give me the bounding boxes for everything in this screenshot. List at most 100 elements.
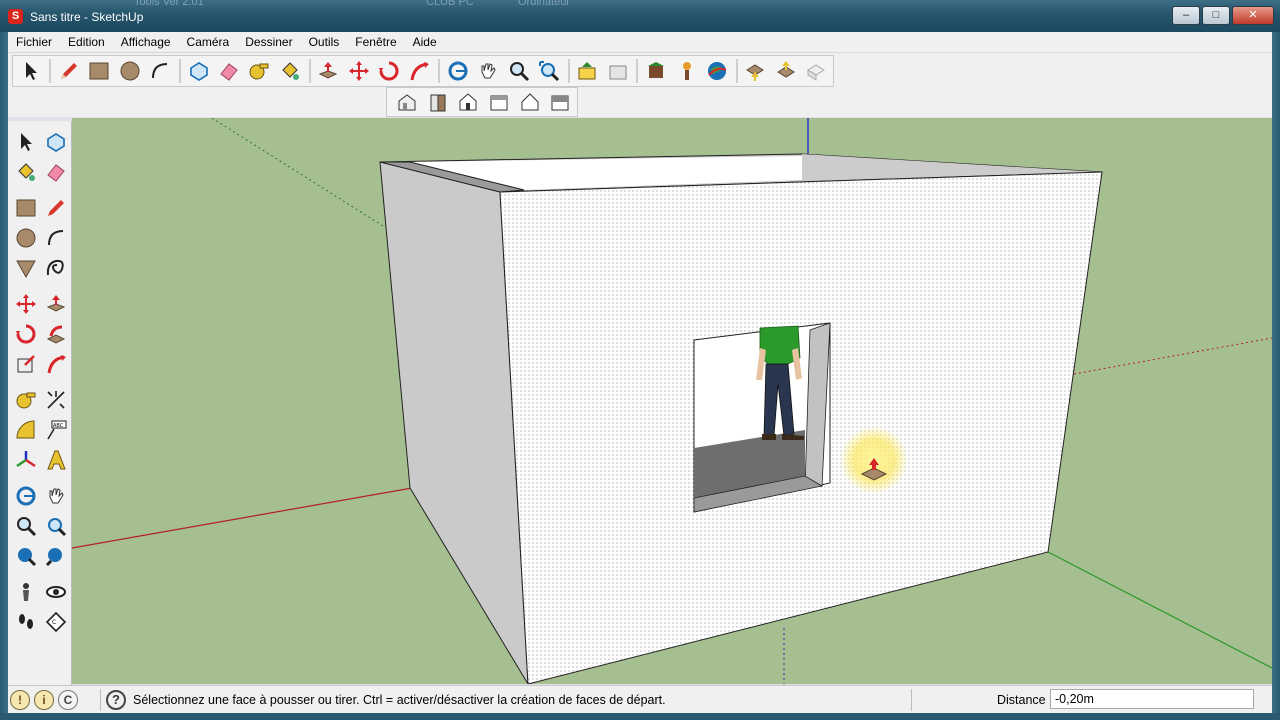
background-window-text: CLUB PC [426, 0, 474, 8]
google-earth-icon[interactable] [703, 57, 730, 85]
zoom-extents-icon[interactable] [11, 541, 41, 571]
scale-icon[interactable] [11, 349, 41, 379]
protractor-icon[interactable] [11, 415, 41, 445]
menu-fenetre[interactable]: Fenêtre [347, 35, 404, 49]
follow-me-icon[interactable] [406, 57, 433, 85]
scene-canvas [72, 118, 1272, 684]
right-view-icon[interactable] [485, 88, 513, 116]
red-axis-dashed [1073, 337, 1272, 375]
modeling-viewport[interactable] [72, 118, 1272, 684]
left-view-icon[interactable] [546, 88, 574, 116]
text-icon[interactable]: ABC [41, 415, 71, 445]
menu-fichier[interactable]: Fichier [8, 35, 60, 49]
user-status-icon[interactable]: C [58, 690, 78, 710]
window-title: Sans titre - SketchUp [30, 10, 144, 24]
paint-bucket-icon[interactable] [11, 157, 41, 187]
walk-icon[interactable] [11, 607, 41, 637]
orbit-icon[interactable] [444, 57, 471, 85]
place-model-icon[interactable] [673, 57, 700, 85]
main-toolbar [12, 55, 834, 87]
measurements-box[interactable] [1050, 689, 1254, 709]
move-icon[interactable] [345, 57, 372, 85]
freehand-icon[interactable] [41, 253, 71, 283]
maximize-button[interactable]: □ [1202, 6, 1230, 25]
zoom-window-icon[interactable] [41, 511, 71, 541]
previous-view-icon[interactable] [41, 541, 71, 571]
section-plane-icon[interactable]: C [41, 607, 71, 637]
toolbar-area [8, 53, 1272, 117]
tape-measure-icon[interactable] [246, 57, 273, 85]
axes-icon[interactable] [11, 445, 41, 475]
pencil-icon[interactable] [41, 193, 71, 223]
iso-view-icon[interactable] [393, 88, 421, 116]
next-view-icon[interactable] [604, 57, 631, 85]
menu-aide[interactable]: Aide [405, 35, 445, 49]
top-view-icon[interactable] [424, 88, 452, 116]
share-model-icon[interactable] [772, 57, 799, 85]
svg-text:ABC: ABC [53, 423, 64, 429]
select-icon[interactable] [11, 127, 41, 157]
vcb-label: Distance [997, 693, 1046, 707]
menu-dessiner[interactable]: Dessiner [237, 35, 300, 49]
window-frame-right [1272, 32, 1280, 720]
title-bar: S Sans titre - SketchUp Tools Ver 2.01 C… [0, 0, 1280, 32]
position-camera-icon[interactable] [11, 577, 41, 607]
tape-measure-icon[interactable] [11, 385, 41, 415]
green-axis-dashed [211, 118, 403, 239]
offset-icon[interactable] [41, 349, 71, 379]
rectangle-icon[interactable] [86, 57, 113, 85]
push-pull-icon[interactable] [41, 289, 71, 319]
push-pull-icon[interactable] [315, 57, 342, 85]
rotate-icon[interactable] [375, 57, 402, 85]
menu-outils[interactable]: Outils [301, 35, 348, 49]
views-toolbar [386, 87, 578, 117]
3d-text-icon[interactable] [41, 445, 71, 475]
pan-icon[interactable] [41, 481, 71, 511]
look-around-icon[interactable] [41, 577, 71, 607]
red-axis [72, 487, 413, 549]
minimize-button[interactable]: – [1172, 6, 1200, 25]
menu-camera[interactable]: Caméra [179, 35, 238, 49]
move-icon[interactable] [11, 289, 41, 319]
polygon-icon[interactable] [11, 253, 41, 283]
zoom-extents-icon[interactable] [535, 57, 562, 85]
rotate-icon[interactable] [11, 319, 41, 349]
circle-icon[interactable] [11, 223, 41, 253]
menu-edition[interactable]: Edition [60, 35, 113, 49]
large-tool-set: ABC C [8, 121, 72, 685]
status-message: Sélectionnez une face à pousser ou tirer… [133, 693, 666, 707]
svg-text:C: C [52, 619, 56, 626]
get-models-icon[interactable] [642, 57, 669, 85]
paint-bucket-icon[interactable] [276, 57, 303, 85]
follow-me-icon[interactable] [41, 319, 71, 349]
make-component-icon[interactable] [41, 127, 71, 157]
circle-icon[interactable] [116, 57, 143, 85]
background-window-text: Ordinateur [518, 0, 570, 8]
pan-icon[interactable] [475, 57, 502, 85]
front-view-icon[interactable] [454, 88, 482, 116]
menu-affichage[interactable]: Affichage [113, 35, 179, 49]
dimension-icon[interactable] [41, 385, 71, 415]
preview-earth-icon[interactable] [802, 57, 829, 85]
pencil-icon[interactable] [55, 57, 82, 85]
zoom-icon[interactable] [11, 511, 41, 541]
make-component-icon[interactable] [185, 57, 212, 85]
back-view-icon[interactable] [516, 88, 544, 116]
credits-icon[interactable]: i [34, 690, 54, 710]
sketchup-logo-icon: S [8, 9, 23, 24]
previous-view-icon[interactable] [574, 57, 601, 85]
menu-bar: Fichier Edition Affichage Caméra Dessine… [8, 32, 1272, 53]
select-icon[interactable] [17, 57, 44, 85]
arc-icon[interactable] [41, 223, 71, 253]
window-frame-left [0, 32, 8, 720]
eraser-icon[interactable] [215, 57, 242, 85]
geo-location-icon[interactable]: ! [10, 690, 30, 710]
get-photo-texture-icon[interactable] [742, 57, 769, 85]
close-button[interactable]: ✕ [1232, 6, 1274, 25]
arc-icon[interactable] [147, 57, 174, 85]
eraser-icon[interactable] [41, 157, 71, 187]
help-icon[interactable]: ? [106, 690, 126, 710]
rectangle-icon[interactable] [11, 193, 41, 223]
zoom-icon[interactable] [505, 57, 532, 85]
orbit-icon[interactable] [11, 481, 41, 511]
